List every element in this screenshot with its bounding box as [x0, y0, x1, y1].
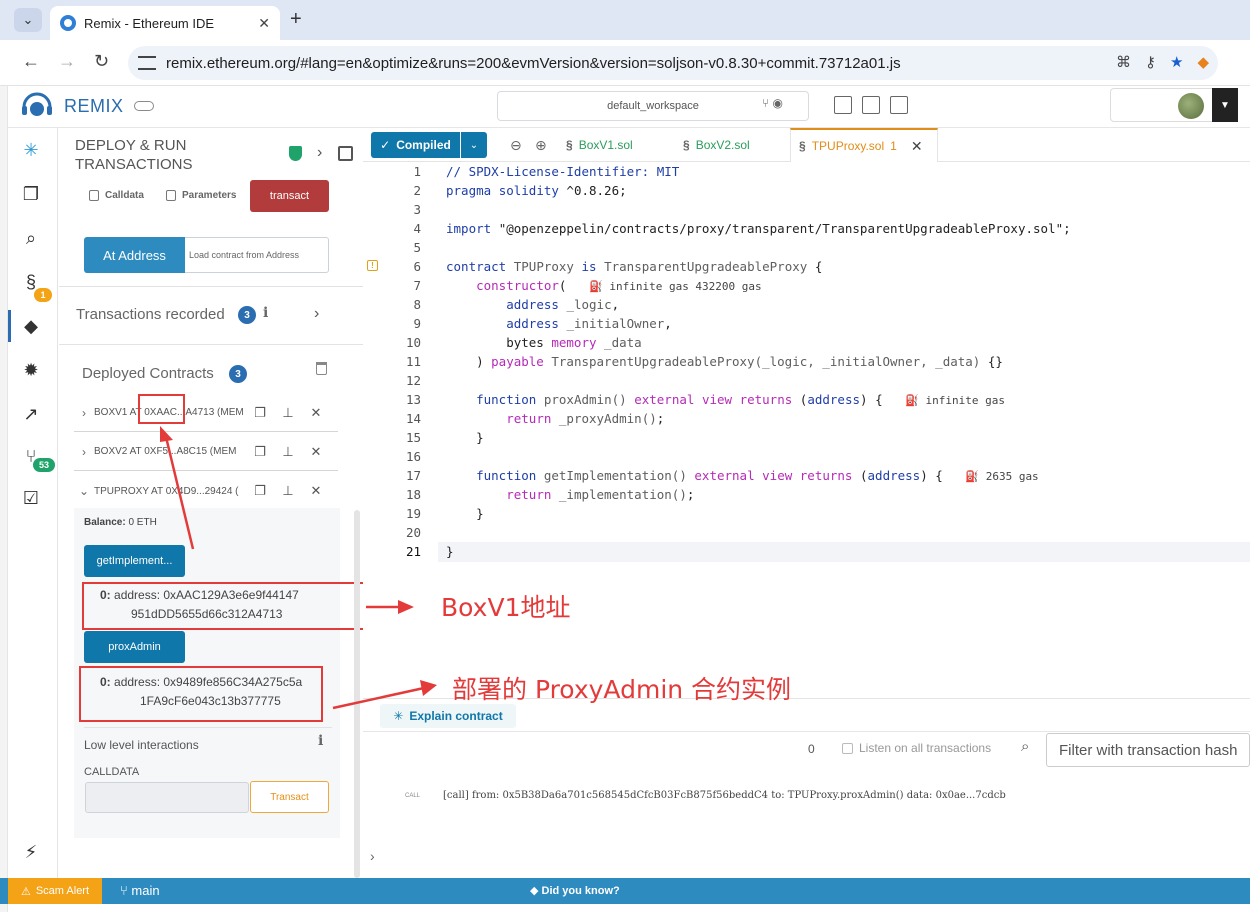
annotation-arrows: [160, 426, 437, 710]
annotation-boxv1-address: BoxV1地址: [441, 593, 571, 622]
annotation-proxyadmin-instance: 部署的 ProxyAdmin 合约实例: [452, 675, 792, 704]
